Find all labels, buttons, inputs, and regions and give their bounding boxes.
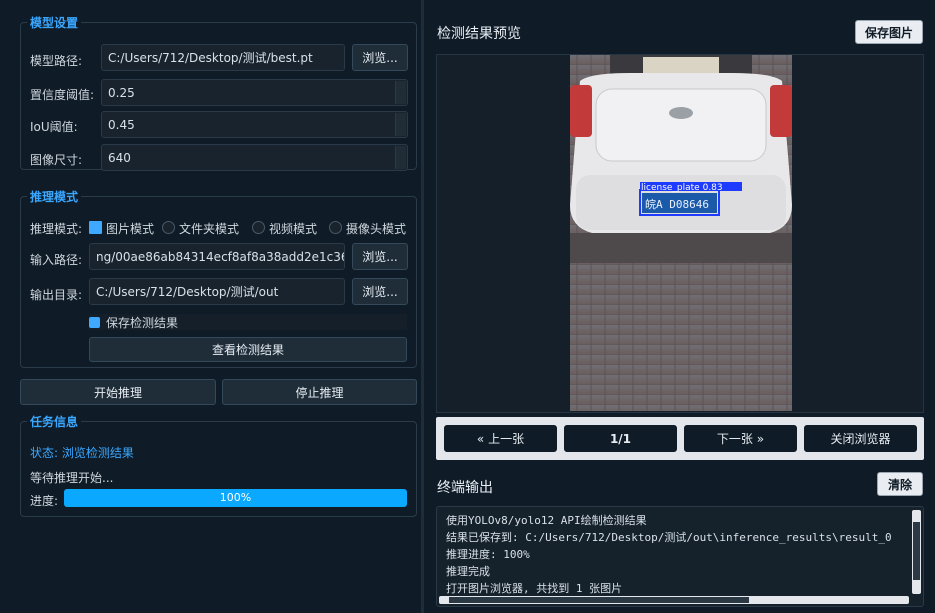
view-results-button[interactable]: 查看检测结果 <box>89 337 407 362</box>
model-browse-button[interactable]: 浏览... <box>352 44 408 71</box>
conf-threshold-value: 0.25 <box>108 85 135 100</box>
clear-terminal-button[interactable]: 清除 <box>877 472 923 496</box>
car-logo <box>669 107 693 119</box>
image-size-spinbox[interactable]: 640 <box>101 144 408 171</box>
progress-text: 100% <box>219 491 252 504</box>
car-shadow <box>570 233 792 263</box>
input-path-label: 输入路径: <box>30 253 83 267</box>
image-size-value: 640 <box>108 150 131 165</box>
output-dir-field[interactable]: C:/Users/712/Desktop/测试/out <box>89 278 345 305</box>
image-size-label: 图像尺寸: <box>30 153 83 167</box>
conf-spin-arrows[interactable] <box>395 81 406 104</box>
start-inference-button[interactable]: 开始推理 <box>20 379 216 405</box>
model-path-field[interactable]: C:/Users/712/Desktop/测试/best.pt <box>101 44 345 71</box>
panel-splitter[interactable] <box>421 0 424 613</box>
car-tailgate <box>595 88 767 162</box>
image-counter: 1/1 <box>564 425 677 452</box>
detection-class: license_plate <box>641 183 700 193</box>
progress-bar: 100% <box>64 489 407 507</box>
detection-label: license_plate 0.83 <box>641 183 723 193</box>
left-tail-light <box>570 85 592 137</box>
input-path-field[interactable]: ng/00ae86ab84314ecf8af8a38add2e1c36.jpg <box>89 243 345 270</box>
iou-threshold-label: IoU阈值: <box>30 120 78 134</box>
conf-threshold-label: 置信度阈值: <box>30 88 95 102</box>
input-browse-button[interactable]: 浏览... <box>352 243 408 270</box>
terminal-line: 使用YOLOv8/yolo12 API绘制检测结果 <box>446 514 647 527</box>
prev-image-button[interactable]: « 上一张 <box>444 425 557 452</box>
preview-title: 检测结果预览 <box>437 26 521 42</box>
mode-radio-camera[interactable]: 摄像头模式 <box>329 220 406 237</box>
mode-radio-folder-label: 文件夹模式 <box>179 222 240 236</box>
terminal-hscrollbar[interactable] <box>439 596 909 604</box>
preview-area: license_plate 0.83 皖A D08646 <box>436 54 924 413</box>
mode-radio-video-label: 视频模式 <box>269 222 318 236</box>
close-browser-button[interactable]: 关闭浏览器 <box>804 425 917 452</box>
detection-image: license_plate 0.83 皖A D08646 <box>570 55 792 411</box>
terminal-vscrollbar[interactable] <box>912 510 921 594</box>
output-browse-button[interactable]: 浏览... <box>352 278 408 305</box>
iou-spin-arrows[interactable] <box>395 113 406 136</box>
output-dir-label: 输出目录: <box>30 288 83 302</box>
mode-radio-camera-label: 摄像头模式 <box>346 222 407 236</box>
imgsz-spin-arrows[interactable] <box>395 146 406 169</box>
radio-indicator-on <box>89 221 102 234</box>
iou-threshold-spinbox[interactable]: 0.45 <box>101 111 408 138</box>
checkbox-indicator <box>89 317 100 328</box>
progress-label: 进度: <box>30 494 59 508</box>
iou-threshold-value: 0.45 <box>108 117 135 132</box>
mode-label: 推理模式: <box>30 222 83 236</box>
save-results-checkbox[interactable]: 保存检测结果 <box>89 314 407 330</box>
model-settings-title: 模型设置 <box>27 14 82 31</box>
mode-radio-image[interactable]: 图片模式 <box>89 220 154 237</box>
vscroll-thumb[interactable] <box>913 522 920 580</box>
radio-indicator <box>162 221 175 234</box>
right-tail-light <box>770 85 792 137</box>
radio-indicator <box>329 221 342 234</box>
task-message: 等待推理开始... <box>30 471 114 485</box>
terminal-output[interactable]: 使用YOLOv8/yolo12 API绘制检测结果 结果已保存到: C:/Use… <box>436 506 924 607</box>
terminal-lines: 使用YOLOv8/yolo12 API绘制检测结果 结果已保存到: C:/Use… <box>446 512 909 597</box>
terminal-line: 推理进度: 100% <box>446 548 530 561</box>
plate-text: 皖A D08646 <box>645 197 709 211</box>
terminal-line: 推理完成 <box>446 565 490 578</box>
save-image-button[interactable]: 保存图片 <box>855 20 923 44</box>
terminal-line: 打开图片浏览器, 共找到 1 张图片 <box>446 582 623 595</box>
terminal-title: 终端输出 <box>437 480 493 496</box>
status-text: 状态: 浏览检测结果 <box>30 446 134 460</box>
terminal-line: 结果已保存到: C:/Users/712/Desktop/测试/out\infe… <box>446 531 892 544</box>
inference-mode-title: 推理模式 <box>27 188 82 205</box>
model-path-label: 模型路径: <box>30 54 83 68</box>
mode-radio-image-label: 图片模式 <box>106 222 155 236</box>
detection-confidence: 0.83 <box>703 183 723 193</box>
radio-indicator <box>252 221 265 234</box>
conf-threshold-spinbox[interactable]: 0.25 <box>101 79 408 106</box>
hscroll-thumb[interactable] <box>449 597 749 603</box>
task-info-title: 任务信息 <box>27 413 82 430</box>
mode-radio-video[interactable]: 视频模式 <box>252 220 317 237</box>
next-image-button[interactable]: 下一张 » <box>684 425 797 452</box>
save-results-label: 保存检测结果 <box>106 316 179 330</box>
mode-radio-folder[interactable]: 文件夹模式 <box>162 220 239 237</box>
stop-inference-button[interactable]: 停止推理 <box>222 379 417 405</box>
